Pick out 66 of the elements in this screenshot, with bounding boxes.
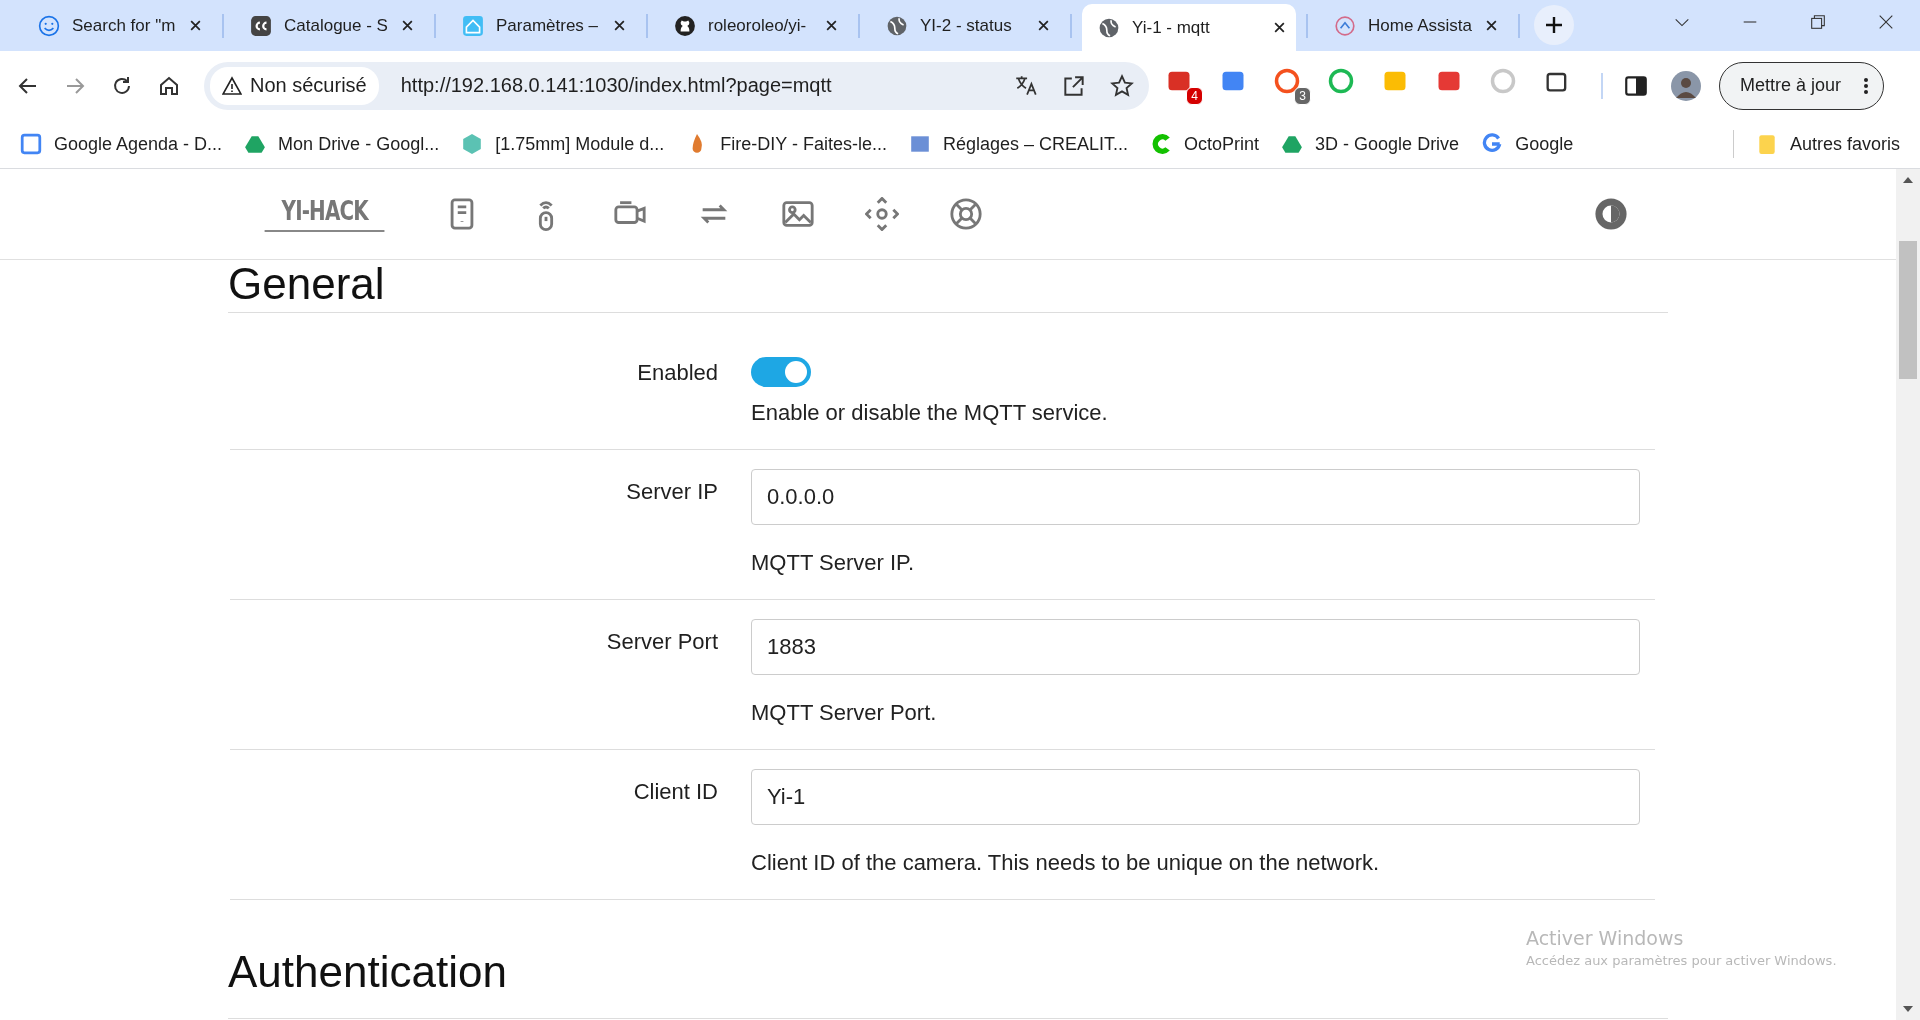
close-icon[interactable] bbox=[401, 19, 414, 32]
activation-notice-title: Activer Windows bbox=[1526, 927, 1685, 949]
more-icon[interactable] bbox=[1863, 75, 1870, 96]
globe-icon bbox=[886, 14, 908, 37]
globe-icon bbox=[1098, 16, 1120, 39]
toggle-switch[interactable] bbox=[751, 357, 811, 387]
text-field[interactable]: 1883 bbox=[751, 619, 1640, 675]
star-icon[interactable] bbox=[1109, 72, 1135, 99]
scrollbar[interactable] bbox=[1896, 169, 1920, 1020]
close-icon[interactable] bbox=[1037, 19, 1050, 32]
hexagon-icon bbox=[461, 133, 484, 155]
bookmark[interactable]: OctoPrint bbox=[1148, 133, 1268, 155]
scroll-up-icon[interactable] bbox=[1903, 177, 1913, 183]
address-bar[interactable]: Non sécurisé http://192.168.0.141:1030/index.html?page=mqtt bbox=[204, 61, 1149, 110]
section-heading: Authentication bbox=[228, 948, 507, 996]
avatar[interactable] bbox=[1671, 70, 1701, 101]
bookmark[interactable]: Mon Drive - Googl... bbox=[242, 133, 448, 155]
close-icon[interactable] bbox=[1273, 21, 1286, 34]
extension-icon[interactable] bbox=[1273, 66, 1301, 95]
warning-icon bbox=[222, 75, 242, 96]
bookmark[interactable]: 3D - Google Drive bbox=[1279, 133, 1468, 155]
contrast-icon[interactable] bbox=[1594, 197, 1628, 231]
square-logo-icon bbox=[908, 133, 931, 155]
help-text: MQTT Server IP. bbox=[751, 549, 914, 577]
move-arrows-icon[interactable] bbox=[865, 197, 900, 231]
smiley-icon bbox=[38, 14, 60, 37]
update-button[interactable]: Mettre à jour bbox=[1719, 61, 1885, 110]
activation-notice-text: Accédez aux paramètres pour activer Windows. bbox=[1526, 953, 1837, 968]
field-label: Client ID bbox=[633, 779, 718, 804]
url-text: http://192.168.0.141:1030/index.html?page=mqtt bbox=[400, 74, 832, 97]
field-label: Server IP bbox=[626, 479, 718, 504]
help-text: MQTT Server Port. bbox=[751, 699, 937, 727]
lifebuoy-icon[interactable] bbox=[949, 197, 984, 231]
help-text: Client ID of the camera. This needs to be unique on the network. bbox=[751, 849, 1380, 877]
security-chip[interactable]: Non sécurisé bbox=[210, 66, 379, 105]
bookmark[interactable]: [1.75mm] Module d... bbox=[459, 133, 673, 155]
cc-logo-icon bbox=[250, 14, 272, 37]
bookmark[interactable]: Google bbox=[1479, 133, 1582, 155]
other-bookmarks-folder[interactable]: Autres favoris bbox=[1753, 133, 1908, 155]
house-icon bbox=[462, 14, 484, 37]
text-field[interactable]: Yi-1 bbox=[751, 769, 1640, 825]
help-text: Enable or disable the MQTT service. bbox=[751, 399, 1108, 427]
close-icon[interactable] bbox=[1877, 13, 1895, 31]
field-label: Server Port bbox=[606, 629, 718, 654]
new-tab-icon[interactable] bbox=[1534, 5, 1574, 45]
security-label: Non sécurisé bbox=[250, 74, 367, 97]
bookmark[interactable]: Fire-DIY - Faites-le... bbox=[684, 133, 895, 155]
text-field[interactable]: 0.0.0.0 bbox=[751, 469, 1640, 525]
crescent-icon bbox=[1150, 133, 1173, 155]
scroll-down-icon[interactable] bbox=[1903, 1006, 1913, 1012]
ring-icon bbox=[1334, 14, 1356, 37]
badge-count: 4 bbox=[1186, 86, 1203, 105]
restore-icon[interactable] bbox=[1809, 13, 1827, 31]
g-logo-icon bbox=[1481, 133, 1504, 155]
bookmark[interactable]: Réglages – CREALIT... bbox=[906, 133, 1137, 155]
badge-count: 3 bbox=[1294, 86, 1311, 105]
field-label: Enabled bbox=[637, 359, 718, 387]
bookmark[interactable]: Google Agenda - D... bbox=[18, 133, 231, 155]
scroll-thumb[interactable] bbox=[1899, 241, 1917, 379]
close-icon[interactable] bbox=[825, 19, 838, 32]
app-logo[interactable]: YI-HACK bbox=[264, 196, 385, 232]
close-icon[interactable] bbox=[613, 19, 626, 32]
calendar-icon bbox=[20, 133, 42, 155]
close-icon[interactable] bbox=[189, 19, 202, 32]
section-heading: General bbox=[228, 260, 385, 308]
close-icon[interactable] bbox=[1485, 19, 1498, 32]
